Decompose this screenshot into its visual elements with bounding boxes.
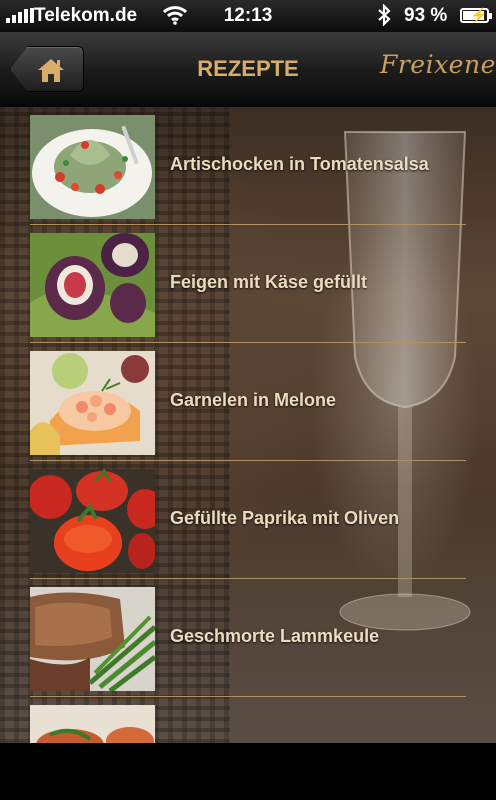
recipe-row[interactable]: Garnelen in Melone (30, 343, 466, 461)
recipe-row[interactable]: Feigen mit Käse gefüllt (30, 225, 466, 343)
recipe-thumbnail (30, 233, 155, 337)
recipe-name: Geschmorte Lammkeule (170, 626, 380, 646)
recipe-name: Gefüllte Paprika mit Oliven (170, 508, 400, 528)
brand-logo: Freixenet (380, 50, 496, 79)
recipe-name: Feigen mit Käse gefüllt (170, 272, 368, 292)
bluetooth-icon (377, 3, 391, 32)
status-bar: Telekom.de 12:13 93 % ⚡ (0, 0, 496, 32)
recipe-thumbnail (30, 469, 155, 573)
recipe-name: Artischocken in Tomatensalsa (170, 154, 429, 174)
navigation-bar: REZEPTE Freixenet (0, 32, 496, 106)
battery-percent: 93 % (404, 5, 448, 26)
recipe-row[interactable]: Gefüllte Paprika mit Oliven (30, 461, 466, 579)
recipe-row[interactable] (30, 697, 466, 743)
bottom-bar (0, 743, 496, 800)
battery-icon: ⚡ (460, 7, 492, 23)
recipe-thumbnail (30, 587, 155, 691)
recipe-name: Garnelen in Melone (170, 390, 337, 410)
recipe-thumbnail (30, 115, 155, 219)
recipe-thumbnail (30, 705, 155, 743)
recipe-thumbnail (30, 351, 155, 455)
recipe-row[interactable]: Artischocken in Tomatensalsa (30, 107, 466, 225)
recipe-content[interactable]: Artischocken in Tomatensalsa Feigen mit … (0, 107, 496, 743)
recipe-row[interactable]: Geschmorte Lammkeule (30, 579, 466, 697)
